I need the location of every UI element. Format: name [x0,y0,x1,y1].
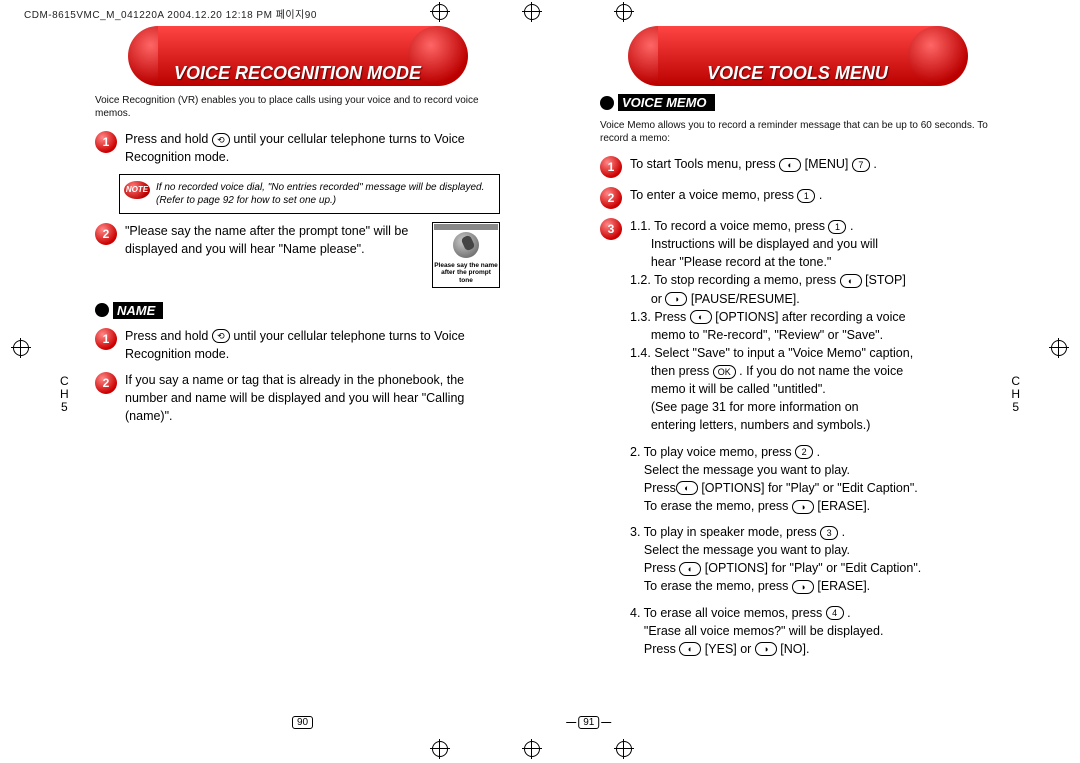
softkey-icon: ◐ [690,310,712,324]
softkey-icon: ◑ [665,292,687,306]
pill-header-right: VOICE TOOLS MENU [628,26,968,86]
chapter-tab-right: C H 5 [1011,375,1020,415]
crop-mark [614,739,634,759]
crop-mark [522,739,542,759]
right-step-3: 3 1.1. To record a voice memo, press 1 .… [600,217,995,435]
phone-screen-mock: Please say the name after the prompt ton… [432,222,500,287]
key-icon: ⟲ [212,329,230,343]
softkey-icon: ◐ [840,274,862,288]
right-step-2: 2 To enter a voice memo, press 1 . [600,186,995,209]
softkey-icon: ◐ [779,158,801,172]
softkey-icon: ◑ [755,642,777,656]
pill-title-left: VOICE RECOGNITION MODE [128,63,468,84]
chapter-tab-left: C H 5 [60,375,69,415]
key-icon: 3 [820,526,838,540]
note-box: NOTE If no recorded voice dial, "No entr… [119,174,500,214]
key-icon: 4 [826,606,844,620]
key-icon: 1 [828,220,846,234]
pill-header-left: VOICE RECOGNITION MODE [128,26,468,86]
crop-mark [11,338,31,358]
key-icon: 7 [852,158,870,172]
section-name-label: NAME [95,302,500,319]
crop-mark [430,739,450,759]
crop-mark [430,2,450,22]
key-icon: 2 [795,445,813,459]
right-step-1: 1 To start Tools menu, press ◐ [MENU] 7 … [600,155,995,178]
note-badge-icon: NOTE [124,181,150,199]
section-voice-memo: VOICE MEMO [600,94,995,111]
page-number-right: 91 [566,716,611,729]
pill-title-right: VOICE TOOLS MENU [628,63,968,84]
step-1-left: 1 Press and hold ⟲ until your cellular t… [95,130,500,166]
softkey-icon: ◐ [679,642,701,656]
ok-key-icon: OK [713,365,736,379]
name-step-1: 1 Press and hold ⟲ until your cellular t… [95,327,500,363]
right-para-2: 2. To play voice memo, press 2 . Select … [630,443,995,516]
intro-text-right: Voice Memo allows you to record a remind… [600,119,995,145]
crop-mark [614,2,634,22]
softkey-icon: ◑ [792,580,814,594]
step-2-left: 2 Please say the name after the prompt t… [95,222,500,287]
softkey-icon: ◐ [676,481,698,495]
right-para-3: 3. To play in speaker mode, press 3 . Se… [630,523,995,596]
page-left: VOICE RECOGNITION MODE Voice Recognition… [0,20,540,733]
softkey-icon: ◑ [792,500,814,514]
right-para-4: 4. To erase all voice memos, press 4 . "… [630,604,995,658]
page-number-left: 90 [290,716,310,729]
key-icon: ⟲ [212,133,230,147]
name-step-2: 2 If you say a name or tag that is alrea… [95,371,500,425]
crop-mark [522,2,542,22]
page-right: VOICE TOOLS MENU VOICE MEMO Voice Memo a… [540,20,1080,733]
key-icon: 1 [797,189,815,203]
crop-mark [1049,338,1069,358]
intro-text-left: Voice Recognition (VR) enables you to pl… [95,94,500,120]
file-timestamp-header: CDM-8615VMC_M_041220A 2004.12.20 12:18 P… [24,6,317,21]
softkey-icon: ◐ [679,562,701,576]
microphone-icon [453,232,479,258]
